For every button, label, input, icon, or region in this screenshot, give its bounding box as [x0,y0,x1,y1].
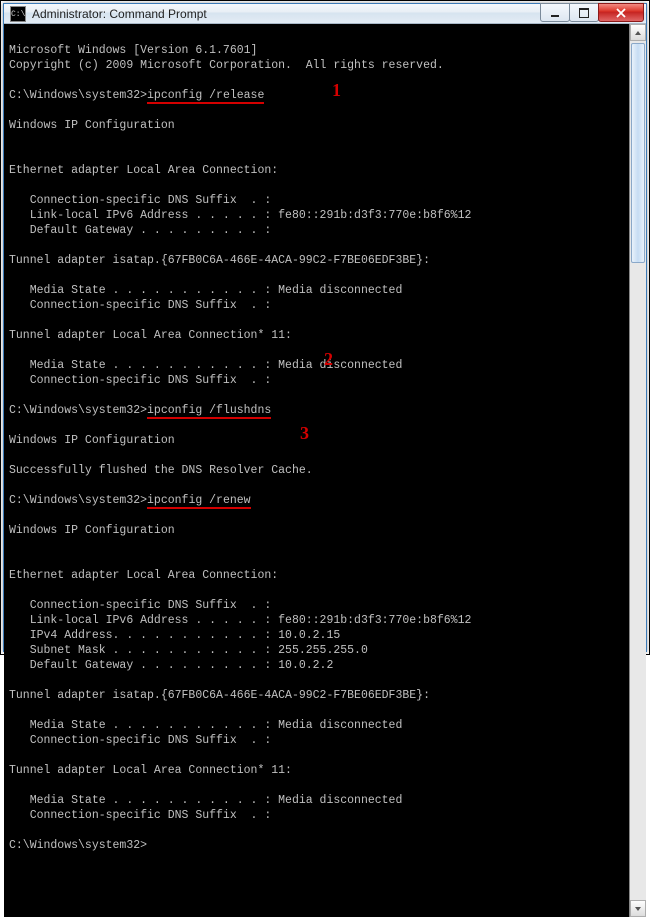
output-line: Media State . . . . . . . . . . . : Medi… [9,284,402,297]
output-line: Microsoft Windows [Version 6.1.7601] [9,44,257,57]
output-line: Tunnel adapter Local Area Connection* 11… [9,764,292,777]
prompt: C:\Windows\system32> [9,404,147,417]
console-output[interactable]: Microsoft Windows [Version 6.1.7601] Cop… [4,24,629,917]
titlebar[interactable]: C:\ Administrator: Command Prompt [4,4,646,24]
command-prompt-window: C:\ Administrator: Command Prompt Micros… [3,3,647,652]
output-line: Default Gateway . . . . . . . . . : [9,224,271,237]
prompt: C:\Windows\system32> [9,89,147,102]
annotation-3: 3 [300,426,309,441]
output-line: Link-local IPv6 Address . . . . . : fe80… [9,209,471,222]
output-line: Successfully flushed the DNS Resolver Ca… [9,464,313,477]
chevron-up-icon [634,29,642,37]
output-line: Subnet Mask . . . . . . . . . . . : 255.… [9,644,368,657]
output-line: Windows IP Configuration [9,524,175,537]
output-line: Connection-specific DNS Suffix . : [9,599,271,612]
maximize-button[interactable] [569,3,599,22]
output-line: Media State . . . . . . . . . . . : Medi… [9,359,402,372]
chevron-down-icon [634,905,642,913]
command-3: ipconfig /renew [147,494,251,509]
output-line: Default Gateway . . . . . . . . . : 10.0… [9,659,333,672]
output-line: Media State . . . . . . . . . . . : Medi… [9,794,402,807]
output-line: Ethernet adapter Local Area Connection: [9,164,278,177]
output-line: Tunnel adapter isatap.{67FB0C6A-466E-4AC… [9,254,430,267]
output-line: Connection-specific DNS Suffix . : [9,299,271,312]
close-icon [616,8,626,18]
output-line: Ethernet adapter Local Area Connection: [9,569,278,582]
output-line: Connection-specific DNS Suffix . : [9,734,271,747]
scroll-thumb[interactable] [631,43,645,263]
output-line: IPv4 Address. . . . . . . . . . . : 10.0… [9,629,340,642]
output-line: Copyright (c) 2009 Microsoft Corporation… [9,59,444,72]
window-title: Administrator: Command Prompt [32,7,541,21]
prompt: C:\Windows\system32> [9,494,147,507]
command-2: ipconfig /flushdns [147,404,271,419]
vertical-scrollbar[interactable] [629,24,646,917]
minimize-button[interactable] [540,3,570,22]
scroll-up-button[interactable] [630,24,646,41]
prompt-current: C:\Windows\system32> [9,839,147,852]
output-line: Windows IP Configuration [9,434,175,447]
output-line: Link-local IPv6 Address . . . . . : fe80… [9,614,471,627]
close-button[interactable] [598,3,644,22]
output-line: Tunnel adapter Local Area Connection* 11… [9,329,292,342]
scroll-down-button[interactable] [630,900,646,917]
output-line: Connection-specific DNS Suffix . : [9,809,271,822]
output-line: Connection-specific DNS Suffix . : [9,194,271,207]
output-line: Tunnel adapter isatap.{67FB0C6A-466E-4AC… [9,689,430,702]
command-1: ipconfig /release [147,89,264,104]
cmd-icon: C:\ [10,6,26,22]
scroll-track[interactable] [630,41,646,900]
annotation-1: 1 [332,83,341,98]
output-line: Windows IP Configuration [9,119,175,132]
window-buttons [541,4,644,23]
output-line: Media State . . . . . . . . . . . : Medi… [9,719,402,732]
output-line: Connection-specific DNS Suffix . : [9,374,271,387]
